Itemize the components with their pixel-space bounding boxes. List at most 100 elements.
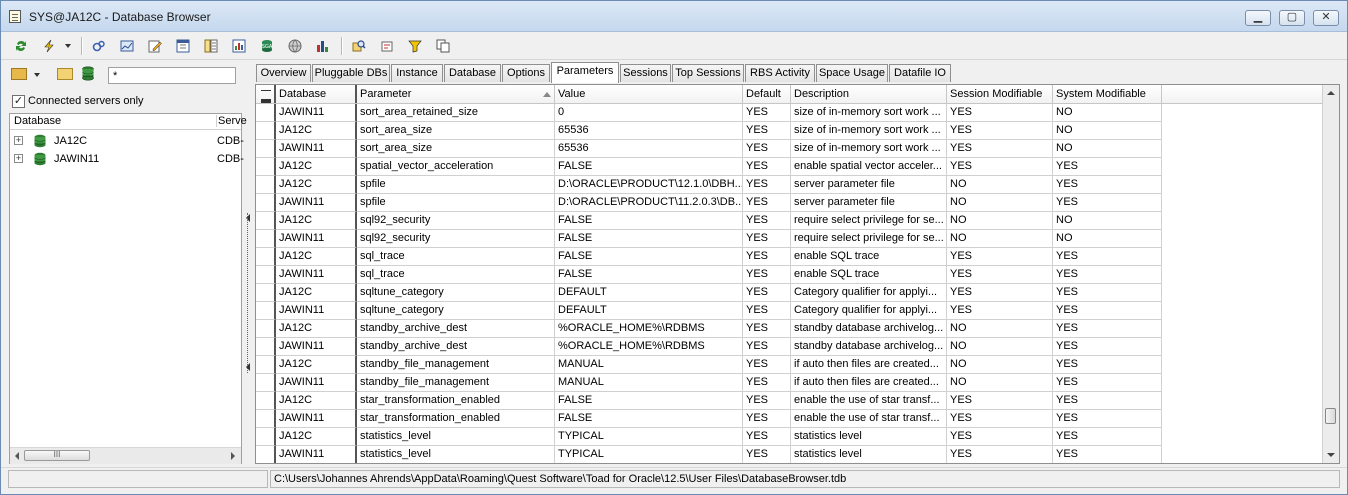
cell-value[interactable]: TYPICAL <box>555 446 743 463</box>
cell-database[interactable]: JAWIN11 <box>276 266 357 284</box>
connected-only-checkbox[interactable]: ✓ <box>12 94 25 108</box>
grid-menu-button[interactable] <box>256 85 276 103</box>
cell-parameter[interactable]: sort_area_size <box>357 140 555 158</box>
cell-value[interactable]: DEFAULT <box>555 284 743 302</box>
filter-button[interactable] <box>405 36 425 55</box>
cell-database[interactable]: JA12C <box>276 284 357 302</box>
table-row[interactable]: JA12C star_transformation_enabled FALSE YES… <box>256 392 1162 410</box>
row-indicator[interactable] <box>256 266 276 284</box>
row-indicator[interactable] <box>256 302 276 320</box>
cell-session-modifiable[interactable]: NO <box>947 176 1053 194</box>
cell-default[interactable]: YES <box>743 248 791 266</box>
row-indicator[interactable] <box>256 230 276 248</box>
cell-default[interactable]: YES <box>743 392 791 410</box>
column-header-default[interactable]: Default <box>743 85 791 103</box>
cell-system-modifiable[interactable]: YES <box>1053 392 1162 410</box>
schema-button[interactable] <box>377 36 397 55</box>
cell-database[interactable]: JAWIN11 <box>276 410 357 428</box>
database-icon[interactable] <box>81 66 95 81</box>
row-indicator[interactable] <box>256 194 276 212</box>
cell-value[interactable]: FALSE <box>555 212 743 230</box>
cell-parameter[interactable]: spfile <box>357 194 555 212</box>
cell-database[interactable]: JAWIN11 <box>276 104 357 122</box>
cell-description[interactable]: Category qualifier for applyi... <box>791 284 947 302</box>
cell-system-modifiable[interactable]: YES <box>1053 410 1162 428</box>
row-indicator[interactable] <box>256 446 276 463</box>
scroll-thumb[interactable] <box>1325 408 1336 424</box>
cell-default[interactable]: YES <box>743 104 791 122</box>
cell-session-modifiable[interactable]: YES <box>947 410 1053 428</box>
cell-description[interactable]: standby database archivelog... <box>791 320 947 338</box>
cell-database[interactable]: JA12C <box>276 158 357 176</box>
row-indicator[interactable] <box>256 104 276 122</box>
cell-database[interactable]: JAWIN11 <box>276 446 357 463</box>
cell-description[interactable]: enable SQL trace <box>791 266 947 284</box>
cell-session-modifiable[interactable]: NO <box>947 338 1053 356</box>
cell-database[interactable]: JA12C <box>276 176 357 194</box>
table-row[interactable]: JAWIN11 sql92_security FALSE YES require sel… <box>256 230 1162 248</box>
cell-default[interactable]: YES <box>743 320 791 338</box>
cell-default[interactable]: YES <box>743 122 791 140</box>
cell-system-modifiable[interactable]: YES <box>1053 302 1162 320</box>
cell-session-modifiable[interactable]: YES <box>947 104 1053 122</box>
cell-system-modifiable[interactable]: YES <box>1053 338 1162 356</box>
cell-database[interactable]: JAWIN11 <box>276 338 357 356</box>
cell-system-modifiable[interactable]: YES <box>1053 284 1162 302</box>
cell-session-modifiable[interactable]: YES <box>947 428 1053 446</box>
table-row[interactable]: JA12C standby_file_management MANUAL YES if … <box>256 356 1162 374</box>
cell-value[interactable]: 65536 <box>555 122 743 140</box>
cell-system-modifiable[interactable]: YES <box>1053 374 1162 392</box>
table-row[interactable]: JA12C standby_archive_dest %ORACLE_HOME%\R… <box>256 320 1162 338</box>
cell-description[interactable]: Category qualifier for applyi... <box>791 302 947 320</box>
row-indicator[interactable] <box>256 140 276 158</box>
scroll-thumb[interactable]: III <box>24 450 90 461</box>
cell-value[interactable]: D:\ORACLE\PRODUCT\12.1.0\DBH... <box>555 176 743 194</box>
cell-session-modifiable[interactable]: NO <box>947 212 1053 230</box>
scroll-up-icon[interactable] <box>1327 91 1335 95</box>
cell-parameter[interactable]: star_transformation_enabled <box>357 410 555 428</box>
cell-database[interactable]: JA12C <box>276 428 357 446</box>
table-row[interactable]: JAWIN11 sort_area_size 65536 YES size of in-… <box>256 140 1162 158</box>
globe-button[interactable] <box>285 36 305 55</box>
cell-description[interactable]: if auto then files are created... <box>791 356 947 374</box>
report-button[interactable] <box>229 36 249 55</box>
cell-default[interactable]: YES <box>743 428 791 446</box>
cell-default[interactable]: YES <box>743 446 791 463</box>
cell-description[interactable]: require select privilege for se... <box>791 230 947 248</box>
table-row[interactable]: JAWIN11 sort_area_retained_size 0 YES size o… <box>256 104 1162 122</box>
cell-description[interactable]: size of in-memory sort work ... <box>791 122 947 140</box>
cell-description[interactable]: enable spatial vector acceler... <box>791 158 947 176</box>
column-header-session-modifiable[interactable]: Session Modifiable <box>947 85 1053 103</box>
table-row[interactable]: JA12C sqltune_category DEFAULT YES Category … <box>256 284 1162 302</box>
cell-database[interactable]: JA12C <box>276 356 357 374</box>
tab-parameters[interactable]: Parameters <box>551 62 619 83</box>
table-row[interactable]: JAWIN11 standby_file_management MANUAL YES i… <box>256 374 1162 392</box>
cell-default[interactable]: YES <box>743 302 791 320</box>
cell-session-modifiable[interactable]: YES <box>947 140 1053 158</box>
minimize-button[interactable]: ▁ <box>1245 10 1271 26</box>
grid-vertical-scrollbar[interactable] <box>1322 85 1339 463</box>
tab-datafile-io[interactable]: Datafile IO <box>889 64 951 82</box>
window-button[interactable] <box>173 36 193 55</box>
cell-session-modifiable[interactable]: NO <box>947 194 1053 212</box>
connected-only-row[interactable]: ✓ Connected servers only <box>12 94 144 108</box>
cell-session-modifiable[interactable]: YES <box>947 248 1053 266</box>
cell-database[interactable]: JAWIN11 <box>276 194 357 212</box>
edit-button[interactable] <box>145 36 165 55</box>
table-row[interactable]: JAWIN11 standby_archive_dest %ORACLE_HOME%… <box>256 338 1162 356</box>
cell-session-modifiable[interactable]: YES <box>947 302 1053 320</box>
row-indicator[interactable] <box>256 428 276 446</box>
cell-session-modifiable[interactable]: NO <box>947 356 1053 374</box>
row-indicator[interactable] <box>256 176 276 194</box>
expand-icon[interactable]: + <box>14 136 23 145</box>
cell-parameter[interactable]: star_transformation_enabled <box>357 392 555 410</box>
cell-system-modifiable[interactable]: YES <box>1053 176 1162 194</box>
cell-parameter[interactable]: sql92_security <box>357 230 555 248</box>
open-folder-icon[interactable] <box>11 68 27 80</box>
row-indicator[interactable] <box>256 374 276 392</box>
cell-database[interactable]: JA12C <box>276 248 357 266</box>
tab-database[interactable]: Database <box>444 64 501 82</box>
tab-instance[interactable]: Instance <box>391 64 443 82</box>
cell-description[interactable]: require select privilege for se... <box>791 212 947 230</box>
cell-default[interactable]: YES <box>743 176 791 194</box>
